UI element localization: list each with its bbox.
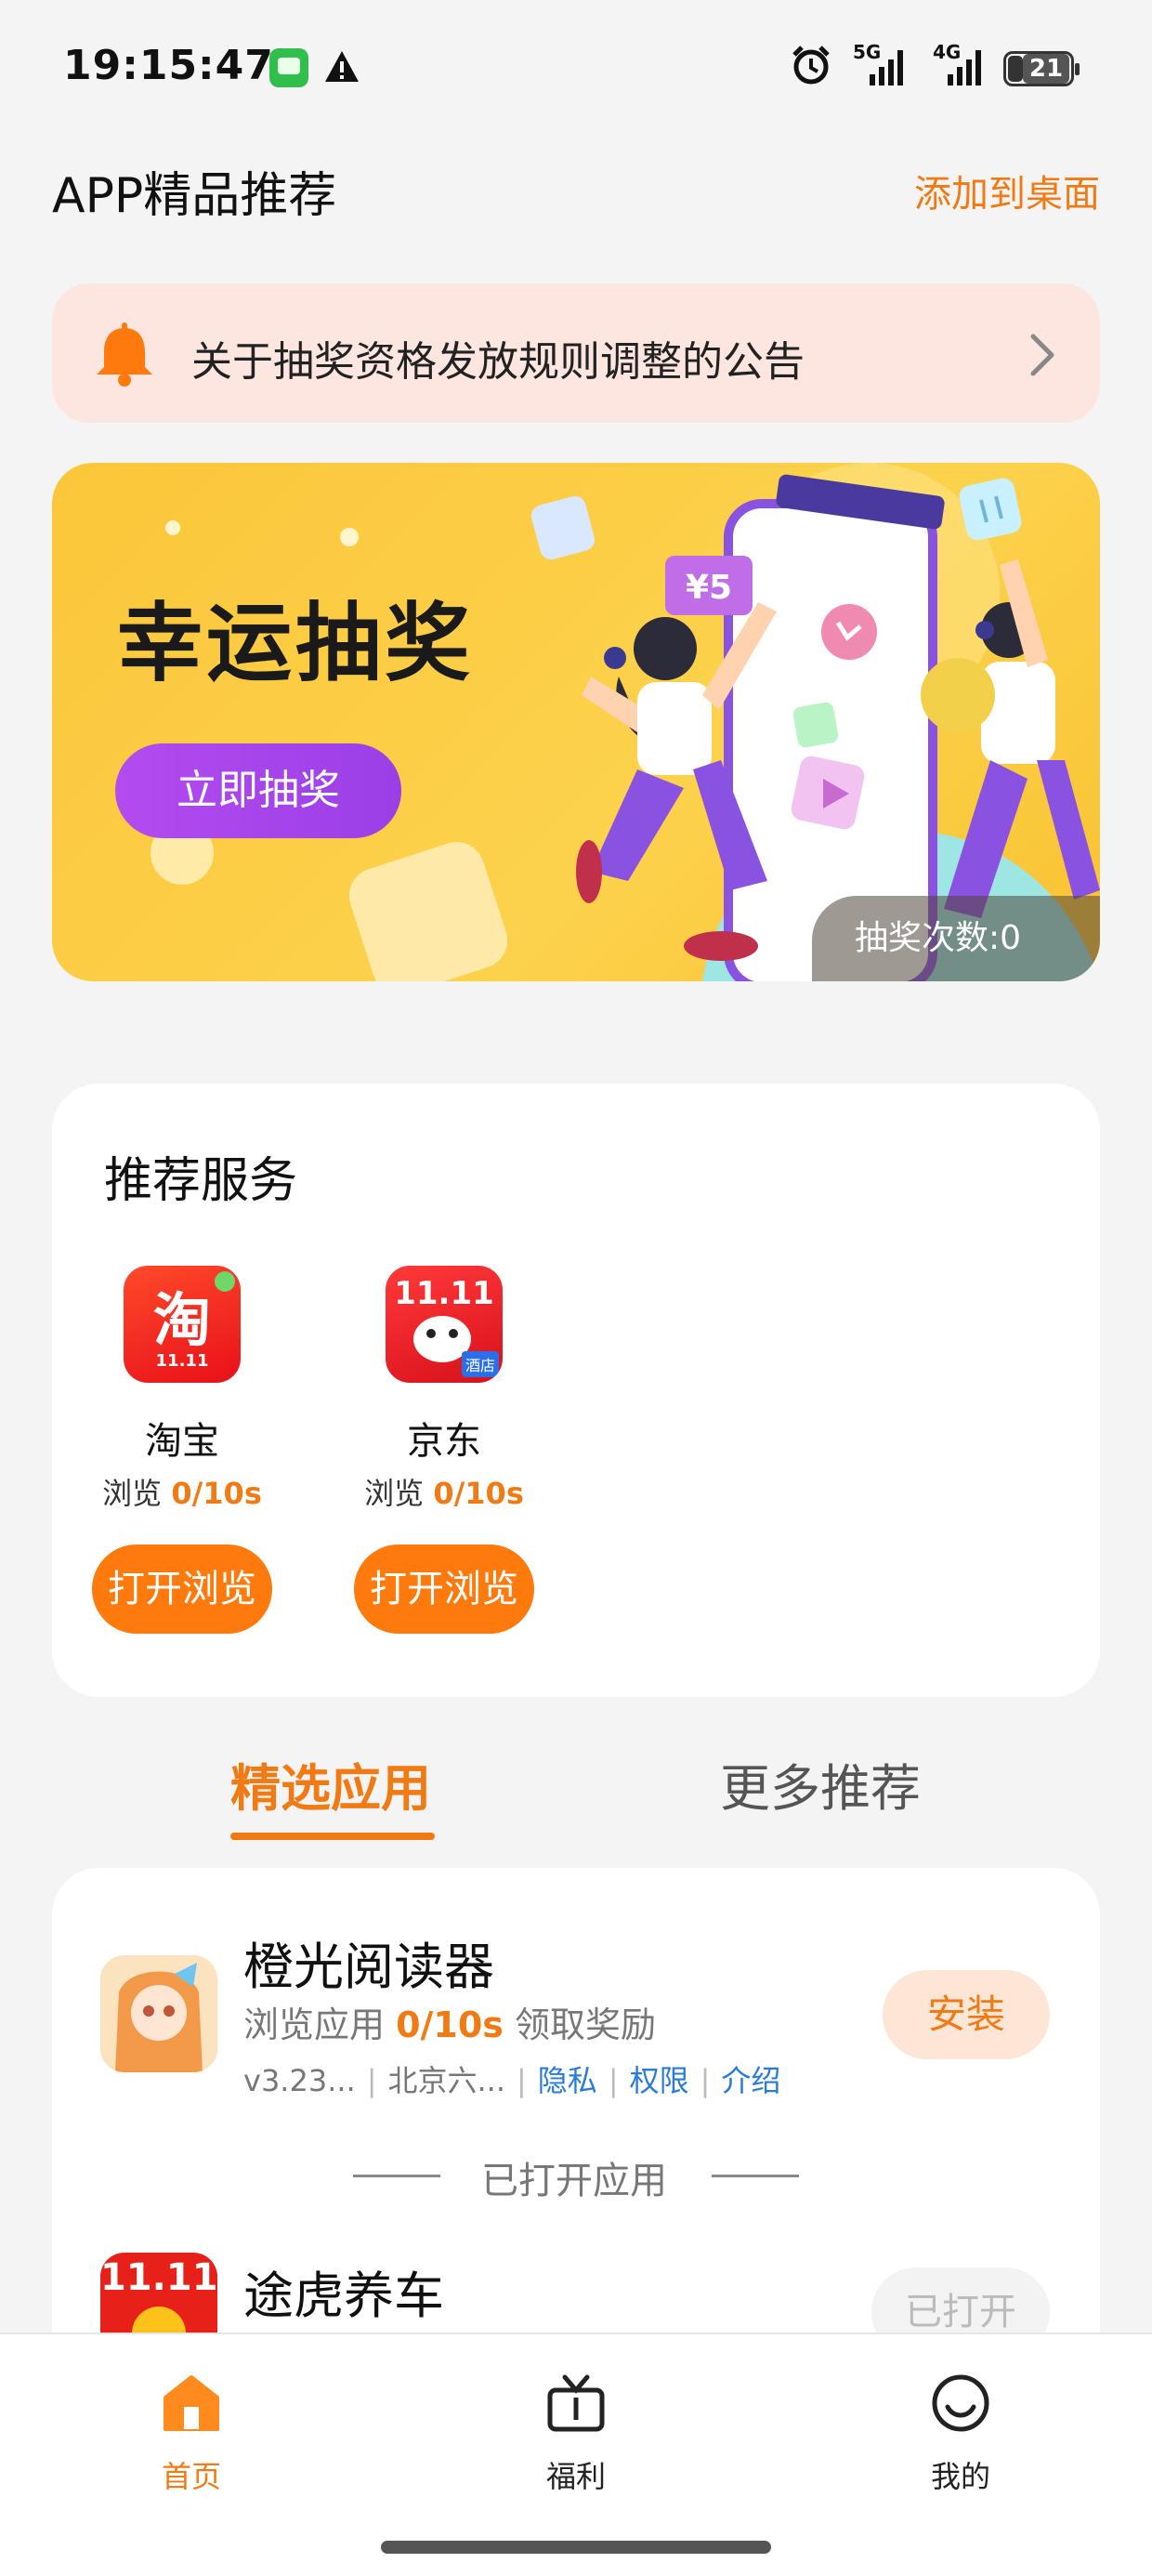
message-notification-icon [269, 48, 308, 87]
app-name: 途虎养车 [243, 2267, 444, 2325]
chengguang-reader-app-icon[interactable] [100, 1955, 217, 2072]
active-tab-indicator [230, 1833, 435, 1840]
jd-icon-glyph: 11.11 [394, 1275, 494, 1312]
battery-level: 21 [1023, 54, 1069, 84]
opened-apps-divider: 已打开应用 [481, 2160, 667, 2202]
announcement-bar[interactable]: 关于抽奖资格发放规则调整的公告 [52, 283, 1100, 423]
service-item-jd: 11.11 酒店 京东 浏览 0/10s 打开浏览 [351, 1266, 537, 1634]
draw-count-label: 抽奖次数:0 [812, 896, 1100, 981]
tab-more-recommendations[interactable]: 更多推荐 [720, 1747, 921, 1820]
nav-home-label: 首页 [161, 2459, 221, 2494]
recommended-services-card: 推荐服务 淘 11.11 淘宝 浏览 0/10s 打开浏览 11.11 酒店 京… [52, 1084, 1100, 1697]
status-bar: 19:15:47 5G 4G 21 [0, 0, 1152, 139]
jd-icon-sub: 酒店 [461, 1351, 499, 1377]
nav-mine[interactable]: 我的 [886, 2370, 1035, 2496]
taobao-app-icon[interactable]: 淘 11.11 [124, 1266, 241, 1383]
service-name: 淘宝 [145, 1420, 219, 1463]
app-developer: 北京六... [387, 2063, 506, 2098]
app-reward-hint: 浏览应用 0/10s 领取奖励 [243, 2004, 657, 2045]
tab-featured-apps[interactable]: 精选应用 [230, 1747, 431, 1820]
chevron-right-icon [1030, 334, 1054, 376]
jd-app-icon[interactable]: 11.11 酒店 [386, 1266, 503, 1383]
tuhu-icon-text: 11.11 [100, 2256, 217, 2299]
nav-mine-label: 我的 [930, 2459, 990, 2494]
banner-price-tag: ¥5 [686, 569, 732, 607]
service-progress: 浏览 0/10s [102, 1476, 262, 1511]
install-button[interactable]: 安装 [883, 1970, 1050, 2059]
page-title: APP精品推荐 [52, 168, 337, 224]
bell-icon [97, 322, 152, 387]
status-time: 19:15:47 [63, 42, 274, 89]
service-name: 京东 [407, 1420, 481, 1463]
open-browse-button-taobao[interactable]: 打开浏览 [92, 1544, 272, 1634]
service-item-taobao: 淘 11.11 淘宝 浏览 0/10s 打开浏览 [89, 1266, 275, 1634]
services-title: 推荐服务 [104, 1153, 298, 1209]
draw-now-button[interactable]: 立即抽奖 [115, 743, 401, 838]
permissions-link[interactable]: 权限 [630, 2063, 689, 2098]
lucky-draw-banner[interactable]: ¥5 幸运抽奖 立即抽奖 抽奖次数:0 [52, 463, 1100, 981]
signal-4g-icon [948, 50, 981, 85]
divider-line-right [712, 2175, 799, 2177]
intro-link[interactable]: 介绍 [721, 2063, 780, 2098]
home-icon [164, 2375, 219, 2431]
smile-icon [932, 2374, 989, 2432]
app-version: v3.23... [243, 2063, 356, 2098]
taobao-icon-sub: 11.11 [155, 1351, 209, 1371]
nav-welfare-label: 福利 [545, 2459, 606, 2494]
gift-tv-icon [547, 2374, 605, 2432]
alarm-clock-icon [792, 46, 830, 85]
signal-5g-icon [870, 50, 903, 85]
app-meta: v3.23... | 北京六... | 隐私 | 权限 | 介绍 [243, 2063, 781, 2098]
anime-girl-icon [100, 1955, 217, 2072]
battery-icon: 21 [1003, 51, 1080, 86]
home-indicator[interactable] [381, 2541, 771, 2554]
nav-home[interactable]: 首页 [117, 2370, 266, 2496]
announcement-text: 关于抽奖资格发放规则调整的公告 [191, 338, 805, 386]
warning-icon [325, 51, 359, 82]
app-name: 橙光阅读器 [243, 1938, 494, 1996]
divider-line-left [353, 2175, 440, 2177]
nav-welfare[interactable]: 福利 [502, 2370, 650, 2496]
service-progress: 浏览 0/10s [364, 1476, 524, 1511]
bottom-navigation: 首页 福利 我的 [0, 2333, 1152, 2576]
open-browse-button-jd[interactable]: 打开浏览 [354, 1544, 534, 1634]
banner-title: 幸运抽奖 [117, 594, 475, 693]
privacy-link[interactable]: 隐私 [538, 2063, 597, 2098]
add-to-desktop-button[interactable]: 添加到桌面 [914, 164, 1100, 217]
